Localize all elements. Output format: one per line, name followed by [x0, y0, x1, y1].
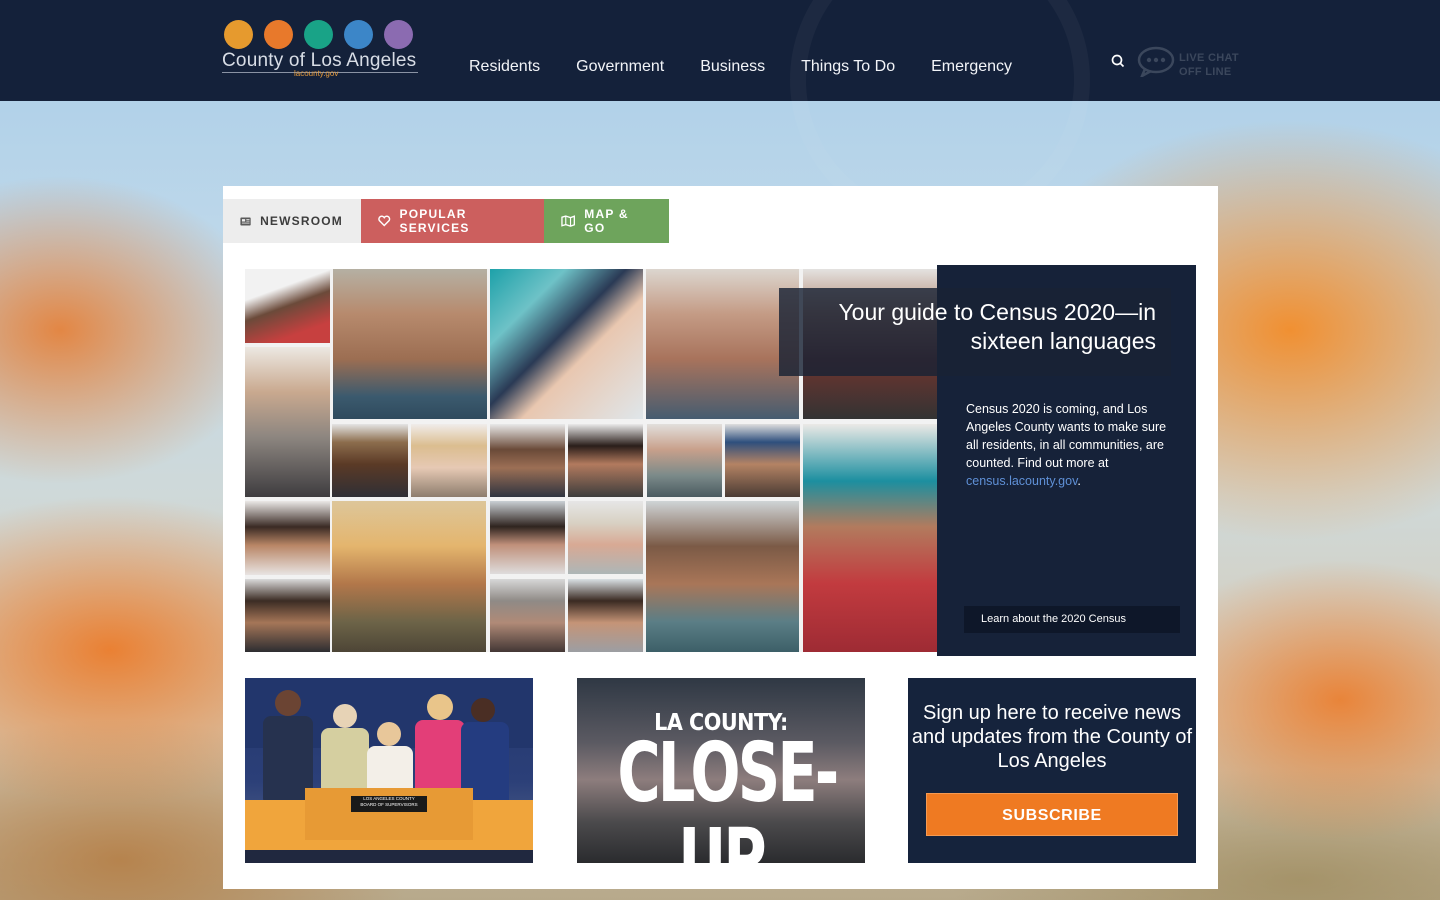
portrait-photo: [245, 269, 330, 343]
heart-icon: [378, 215, 391, 227]
nav-emergency[interactable]: Emergency: [931, 58, 1012, 76]
portrait-photo: [725, 424, 800, 497]
portrait-photo: [803, 424, 937, 652]
board-nameplate-line2: BOARD OF SUPERVISORS: [360, 802, 418, 807]
subscribe-text: Sign up here to receive news and updates…: [911, 702, 1193, 772]
feature-title[interactable]: Your guide to Census 2020—in sixteen lan…: [779, 288, 1171, 376]
portrait-photo: [646, 269, 799, 419]
census-link[interactable]: census.lacounty.gov: [966, 474, 1077, 488]
tab-map-and-go[interactable]: MAP & GO: [544, 199, 669, 243]
search-icon[interactable]: [1110, 53, 1126, 69]
la-county-close-up-card[interactable]: LA COUNTY: CLOSE-UP: [577, 678, 865, 863]
chat-status-line2: OFF LINE: [1179, 66, 1232, 78]
logo-icon-2: [264, 20, 293, 49]
tab-newsroom-label: NEWSROOM: [260, 214, 343, 228]
tab-map-and-go-label: MAP & GO: [584, 207, 629, 235]
logo-icon-1: [224, 20, 253, 49]
board-of-supervisors-card[interactable]: LOS ANGELES COUNTY BOARD OF SUPERVISORS: [245, 678, 533, 863]
learn-census-button[interactable]: Learn about the 2020 Census: [964, 606, 1180, 633]
nav-government[interactable]: Government: [576, 58, 664, 76]
quick-tabs: NEWSROOM POPULAR SERVICES MAP & GO: [223, 199, 669, 243]
chat-status: LIVE CHAT OFF LINE: [1179, 51, 1239, 79]
subscribe-card: Sign up here to receive news and updates…: [908, 678, 1196, 863]
newspaper-icon: [240, 217, 251, 225]
chat-bubble-icon: [1137, 46, 1175, 77]
logo-icon-4: [344, 20, 373, 49]
main-panel: NEWSROOM POPULAR SERVICES MAP & GO Your …: [223, 186, 1218, 889]
portrait-photo: [568, 501, 643, 574]
board-nameplate: LOS ANGELES COUNTY BOARD OF SUPERVISORS: [357, 796, 421, 808]
tab-popular-services[interactable]: POPULAR SERVICES: [361, 199, 544, 243]
portrait-photo: [245, 347, 330, 497]
portrait-photo: [332, 501, 486, 652]
live-chat-widget[interactable]: LIVE CHAT OFF LINE: [1136, 45, 1246, 81]
portrait-photo: [411, 424, 487, 497]
map-icon: [561, 215, 575, 227]
chat-status-line1: LIVE CHAT: [1179, 52, 1239, 64]
main-nav: Residents Government Business Things To …: [469, 58, 1012, 76]
nav-residents[interactable]: Residents: [469, 58, 540, 76]
portrait-photo: [245, 501, 330, 575]
feature-body: Census 2020 is coming, and Los Angeles C…: [966, 402, 1167, 470]
portrait-photo: [490, 579, 565, 652]
portrait-photo: [646, 501, 799, 652]
portrait-photo: [568, 579, 643, 652]
portrait-photo: [333, 269, 487, 419]
nav-things-to-do[interactable]: Things To Do: [801, 58, 895, 76]
feature-description: Census 2020 is coming, and Los Angeles C…: [966, 400, 1176, 490]
portrait-photo: [490, 269, 643, 419]
logo-icon-row: [222, 20, 418, 49]
portrait-photo: [332, 424, 408, 497]
tab-newsroom[interactable]: NEWSROOM: [223, 199, 361, 243]
portrait-photo: [245, 579, 330, 652]
subscribe-button[interactable]: SUBSCRIBE: [926, 793, 1178, 836]
supervisors-photo: [245, 678, 533, 863]
portrait-photo: [647, 424, 722, 497]
closeup-title: CLOSE-UP: [617, 726, 839, 864]
county-logo[interactable]: County of Los Angeles lacounty.gov: [222, 20, 418, 80]
tab-popular-services-label: POPULAR SERVICES: [399, 207, 470, 235]
feature-body-end: .: [1077, 474, 1081, 488]
site-header: County of Los Angeles lacounty.gov Resid…: [0, 0, 1440, 230]
logo-icon-3: [304, 20, 333, 49]
nav-business[interactable]: Business: [700, 58, 765, 76]
portrait-photo: [490, 424, 565, 497]
logo-subtitle: lacounty.gov: [294, 69, 339, 78]
portrait-photo: [568, 424, 643, 497]
portrait-photo: [490, 501, 565, 574]
logo-icon-5: [384, 20, 413, 49]
